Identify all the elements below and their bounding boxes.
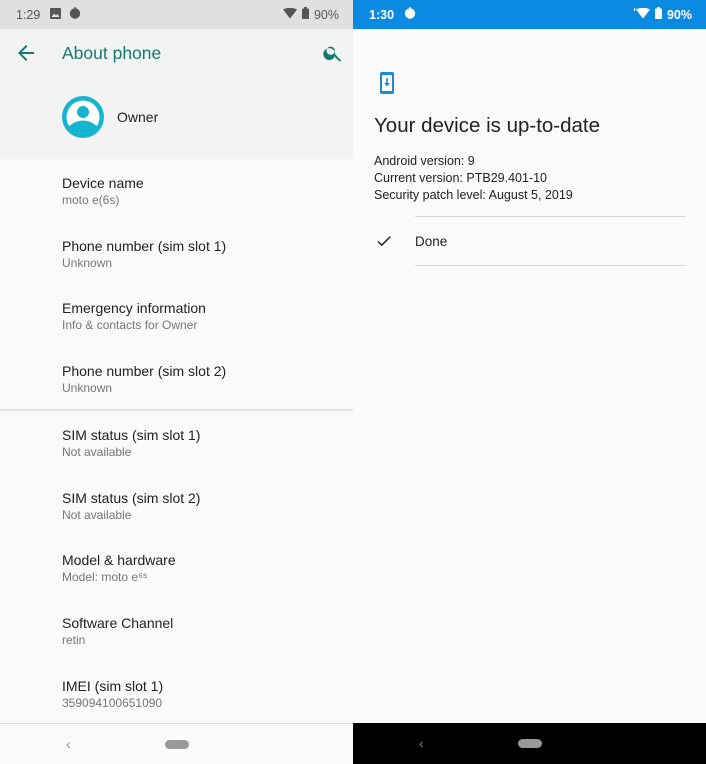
nav-back-icon[interactable]: ‹ [66, 736, 71, 752]
item-title: Phone number (sim slot 2) [62, 363, 227, 380]
item-title: SIM status (sim slot 1) [62, 427, 201, 444]
battery-icon [654, 7, 662, 22]
done-label: Done [415, 234, 448, 249]
list-item-sim-status-slot2[interactable]: SIM status (sim slot 2) Not available [0, 474, 353, 537]
update-status-title: Your device is up-to-date [374, 114, 601, 137]
item-summary: Not available [62, 445, 132, 460]
item-summary: Unknown [62, 255, 113, 270]
item-title: Model & hardware [62, 552, 176, 569]
list-item-model-hardware[interactable]: Model & hardware Model: moto e⁶ˢ [0, 536, 353, 599]
list-item-phone-number-slot2[interactable]: Phone number (sim slot 2) Unknown [0, 347, 353, 409]
security-patch-level: Security patch level: August 5, 2019 [374, 188, 573, 202]
item-title: IMEI (sim slot 1) [62, 677, 164, 694]
status-time: 1:29 [16, 7, 41, 22]
image-icon [50, 7, 62, 22]
page-title: About phone [62, 43, 162, 63]
status-time: 1:30 [369, 7, 395, 22]
current-version: Current version: PTB29.401-10 [374, 171, 548, 185]
item-summary: Model: moto e⁶ˢ [62, 570, 148, 585]
list-item-emergency-information[interactable]: Emergency information Info & contacts fo… [0, 284, 353, 347]
avatar [62, 96, 104, 138]
battery-percent: 90% [313, 7, 339, 22]
item-summary: Not available [62, 507, 132, 522]
list-item-imei-slot1[interactable]: IMEI (sim slot 1) 359094100651090 [0, 662, 353, 725]
version-info: Android version: 9 Current version: PTB2… [374, 153, 573, 204]
settings-list: Device name moto e(6s) Phone number (sim… [0, 159, 353, 725]
navigation-bar: ‹ [0, 723, 353, 764]
item-summary: moto e(6s) [62, 193, 120, 207]
list-item-sim-status-slot1[interactable]: SIM status (sim slot 1) Not available [0, 411, 353, 474]
android-version: Android version: 9 [374, 154, 475, 168]
done-button[interactable]: Done [353, 217, 706, 265]
wifi-icon [282, 7, 297, 22]
divider [415, 265, 686, 266]
battery-percent: 90% [666, 7, 692, 22]
battery-icon [301, 7, 309, 22]
checkmark-icon [375, 232, 393, 250]
item-summary: retin [62, 633, 86, 648]
nav-back-icon[interactable]: ‹ [419, 735, 424, 751]
arrow-back-icon[interactable] [14, 41, 38, 65]
item-summary: 359094100651090 [62, 695, 163, 710]
motorola-icon [69, 7, 81, 22]
status-bar: 1:30 90% [353, 0, 706, 29]
item-title: Device name [62, 175, 144, 191]
item-title: Emergency information [62, 300, 206, 317]
item-title: SIM status (sim slot 2) [62, 489, 201, 506]
list-item-software-channel[interactable]: Software Channel retin [0, 599, 353, 662]
owner-name: Owner [117, 109, 159, 125]
nav-home-pill[interactable] [165, 740, 189, 749]
system-update-icon [380, 72, 394, 94]
motorola-icon [404, 7, 416, 22]
list-item-phone-number-slot1[interactable]: Phone number (sim slot 1) Unknown [0, 222, 353, 285]
status-bar: 1:29 90% [0, 0, 353, 29]
owner-profile[interactable]: Owner [62, 96, 158, 138]
navigation-bar: ‹ [353, 723, 706, 764]
system-update-screen: 1:30 90% Your device is up-to-date Andro… [353, 0, 706, 764]
wifi-icon [633, 7, 650, 22]
item-summary: Unknown [62, 381, 113, 396]
app-bar: About phone Owner [0, 29, 353, 159]
nav-home-pill[interactable] [518, 739, 542, 748]
item-title: Software Channel [62, 615, 174, 632]
list-item-device-name[interactable]: Device name moto e(6s) [0, 159, 353, 222]
about-phone-screen: 1:29 90% About phone Owner Device name m… [0, 0, 353, 764]
search-icon[interactable] [322, 42, 344, 64]
item-title: Phone number (sim slot 1) [62, 237, 227, 254]
item-summary: Info & contacts for Owner [62, 318, 198, 333]
